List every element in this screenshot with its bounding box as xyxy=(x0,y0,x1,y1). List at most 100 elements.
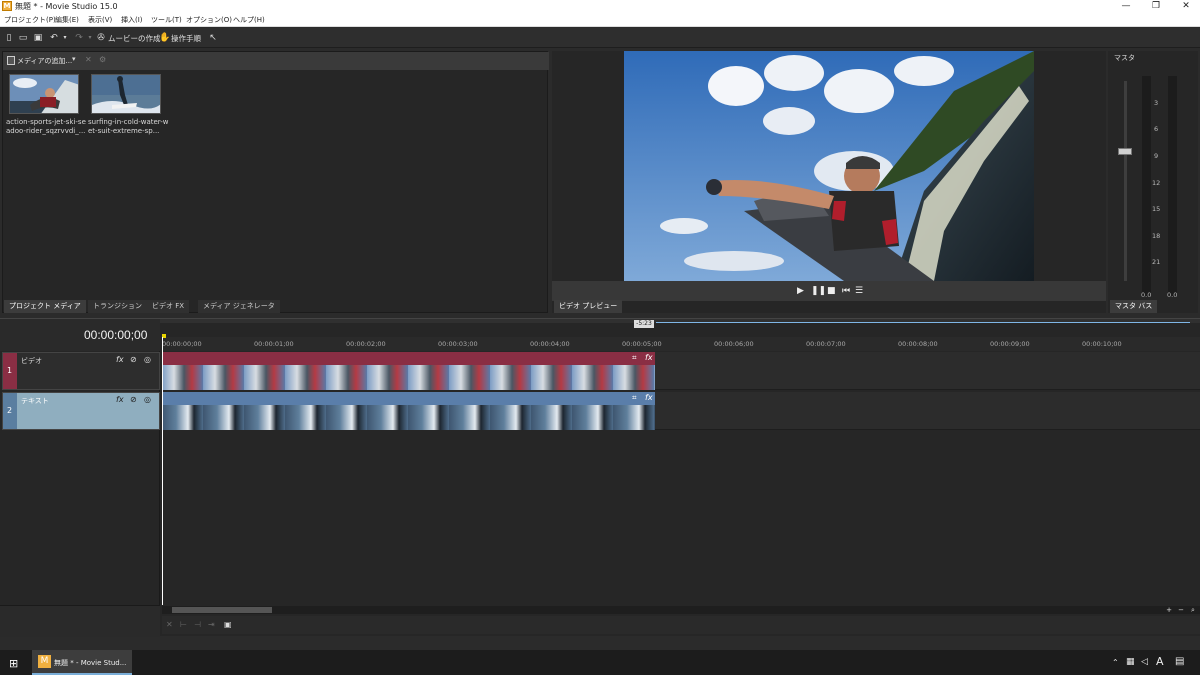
volume-icon[interactable]: ◁ xyxy=(1141,657,1148,667)
ruler-label: 00:00:06;00 xyxy=(714,340,754,348)
undo-icon[interactable]: ↶ xyxy=(49,33,59,43)
menu-options[interactable]: オプション(O) xyxy=(186,15,232,25)
make-movie-button[interactable]: ムービーの作成 xyxy=(108,33,161,44)
redo-icon[interactable]: ↷ xyxy=(74,33,84,43)
timecode-display: 00:00:00;00 xyxy=(84,328,148,342)
media-thumbnail-jetski[interactable] xyxy=(9,74,79,114)
delete-icon[interactable]: ✕ xyxy=(166,620,173,629)
ruler-label: 00:00:00;00 xyxy=(162,340,202,348)
project-media-panel: メディアの追加... ▾ ✕ ⚙ action-sports-jet-ski-s… xyxy=(2,51,549,313)
zoom-tool-icon[interactable]: ⌕ xyxy=(1188,606,1198,614)
snapshot-icon[interactable]: ▣ xyxy=(224,620,232,629)
media-caption-jetski: action-sports-jet-ski-seadoo-rider_sqzrv… xyxy=(6,118,86,135)
timeline-scrollbar[interactable]: + − ⌕ xyxy=(162,606,1200,614)
help-pointer-icon[interactable]: ↖ xyxy=(208,33,218,43)
tab-master-bus[interactable]: マスタ バス xyxy=(1110,300,1158,313)
network-icon[interactable]: ▦ xyxy=(1126,657,1135,667)
zoom-in-icon[interactable]: + xyxy=(1164,606,1174,614)
media-panel-header: メディアの追加... ▾ ✕ ⚙ xyxy=(3,52,549,70)
maximize-button[interactable]: ❐ xyxy=(1142,0,1170,13)
track-name[interactable]: ビデオ xyxy=(21,356,42,366)
video-clip-jetski[interactable]: ⌗ fx xyxy=(162,352,655,390)
track-number: 2 xyxy=(7,406,13,415)
play-icon[interactable]: ▶ xyxy=(797,286,804,296)
new-file-icon[interactable]: ▯ xyxy=(4,33,14,43)
guide-button[interactable]: 操作手順 xyxy=(171,33,201,44)
track-fx-icon[interactable]: fx xyxy=(116,355,124,364)
title-bar: M 無題 * - Movie Studio 15.0 — ❐ ✕ xyxy=(0,0,1200,13)
pause-icon[interactable]: ❚❚ xyxy=(811,286,826,296)
menu-tools[interactable]: ツール(T) xyxy=(151,15,182,25)
trim-icon[interactable]: ⊢ xyxy=(180,620,187,629)
add-media-button[interactable]: メディアの追加... xyxy=(17,56,72,66)
go-to-start-icon[interactable]: ⏮ xyxy=(842,286,850,296)
region-marker[interactable]: -5:23 xyxy=(634,320,654,328)
preview-menu-icon[interactable]: ☰ xyxy=(855,286,863,296)
tab-transitions[interactable]: トランジション xyxy=(88,300,147,313)
clip-filmstrip xyxy=(162,405,655,430)
timeline-ruler[interactable]: 00:00:00;00 00:00:01;00 00:00:02;00 00:0… xyxy=(162,337,1200,351)
window-title: 無題 * - Movie Studio 15.0 xyxy=(15,2,118,11)
meter-tick: 9 xyxy=(1154,152,1159,160)
save-icon[interactable]: ▣ xyxy=(33,33,43,43)
ruler-label: 00:00:09;00 xyxy=(990,340,1030,348)
redo-dropdown-icon[interactable]: ▾ xyxy=(85,33,95,43)
close-button[interactable]: ✕ xyxy=(1172,0,1200,13)
undo-dropdown-icon[interactable]: ▾ xyxy=(60,33,70,43)
track-fx-icon[interactable]: fx xyxy=(116,395,124,404)
menu-project[interactable]: プロジェクト(P) xyxy=(4,15,56,25)
video-clip-surfing[interactable]: ⌗ fx xyxy=(162,392,655,430)
add-media-dropdown-icon[interactable]: ▾ xyxy=(72,55,76,63)
menu-insert[interactable]: 挿入(I) xyxy=(121,15,143,25)
clip-fx-icon[interactable]: fx xyxy=(645,353,653,362)
ruler-label: 00:00:04;00 xyxy=(530,340,570,348)
taskbar: ⊞ M 無題 * - Movie Stud... ⌃ ▦ ◁ A ▤ xyxy=(0,650,1200,675)
media-thumbnail-surfing[interactable] xyxy=(91,74,161,114)
menu-edit[interactable]: 編集(E) xyxy=(55,15,79,25)
meter-value-right: 0.0 xyxy=(1167,291,1178,299)
track-header-video[interactable]: 1 ビデオ fx ⊘ ◎ xyxy=(2,352,160,390)
taskbar-app-button[interactable]: M 無題 * - Movie Stud... xyxy=(32,650,132,675)
taskbar-app-label: 無題 * - Movie Stud... xyxy=(54,659,127,667)
ripple-icon[interactable]: ⇥ xyxy=(208,620,215,629)
clip-crop-icon[interactable]: ⌗ xyxy=(632,353,637,363)
guide-icon[interactable]: ✋ xyxy=(159,33,170,43)
track-name[interactable]: テキスト xyxy=(21,396,49,406)
clip-header xyxy=(162,392,655,405)
tab-video-preview[interactable]: ビデオ プレビュー xyxy=(554,300,623,313)
menu-view[interactable]: 表示(V) xyxy=(88,15,112,25)
master-bus-panel: マスタ 3 6 9 12 15 18 21 0.0 0.0 マスタ バス xyxy=(1108,51,1198,313)
tab-media-generators[interactable]: メディア ジェネレータ xyxy=(198,300,280,313)
meter-tick: 21 xyxy=(1152,258,1161,266)
video-preview-panel: ▶ ❚❚ ■ ⏮ ☰ ビデオ プレビュー xyxy=(552,51,1106,313)
menu-help[interactable]: ヘルプ(H) xyxy=(233,15,265,25)
make-movie-icon[interactable]: ✇ xyxy=(96,33,106,43)
notification-icon[interactable]: ▤ xyxy=(1175,656,1184,667)
stop-icon[interactable]: ■ xyxy=(827,286,836,296)
remove-media-icon[interactable]: ✕ xyxy=(85,55,92,64)
scrollbar-thumb[interactable] xyxy=(172,607,272,613)
clip-crop-icon[interactable]: ⌗ xyxy=(632,393,637,403)
track-solo-icon[interactable]: ◎ xyxy=(144,395,151,404)
playhead[interactable] xyxy=(162,337,163,605)
track-mute-icon[interactable]: ⊘ xyxy=(130,355,137,364)
windows-start-icon[interactable]: ⊞ xyxy=(9,657,18,670)
split-icon[interactable]: ⊣ xyxy=(194,620,201,629)
ruler-label: 00:00:01;00 xyxy=(254,340,294,348)
clip-fx-icon[interactable]: fx xyxy=(645,393,653,402)
open-folder-icon[interactable]: ▭ xyxy=(18,33,28,43)
tab-video-fx[interactable]: ビデオ FX xyxy=(147,300,190,313)
app-icon: M xyxy=(2,1,12,11)
track-header-text[interactable]: 2 テキスト fx ⊘ ◎ xyxy=(2,392,160,430)
minimize-button[interactable]: — xyxy=(1112,0,1140,13)
tray-chevron-icon[interactable]: ⌃ xyxy=(1112,658,1119,667)
master-fader-handle[interactable] xyxy=(1118,148,1132,155)
track-mute-icon[interactable]: ⊘ xyxy=(130,395,137,404)
master-label: マスタ xyxy=(1114,54,1135,62)
media-properties-icon[interactable]: ⚙ xyxy=(99,55,106,64)
zoom-out-icon[interactable]: − xyxy=(1176,606,1186,614)
tab-project-media[interactable]: プロジェクト メディア xyxy=(4,300,86,313)
add-media-icon[interactable] xyxy=(7,56,15,65)
track-solo-icon[interactable]: ◎ xyxy=(144,355,151,364)
ime-indicator[interactable]: A xyxy=(1156,655,1164,668)
